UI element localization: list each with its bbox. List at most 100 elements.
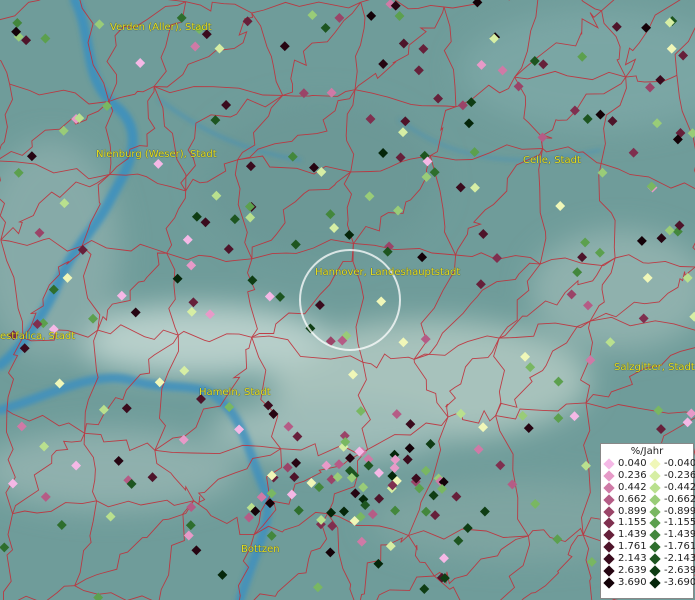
data-point[interactable]: [191, 211, 202, 222]
data-point[interactable]: [373, 558, 384, 569]
data-point[interactable]: [185, 520, 196, 531]
data-point[interactable]: [221, 100, 232, 110]
data-point[interactable]: [105, 511, 116, 522]
data-point[interactable]: [492, 253, 502, 264]
data-point[interactable]: [121, 403, 132, 414]
data-point[interactable]: [244, 512, 254, 523]
data-point[interactable]: [374, 493, 385, 504]
legend-label: -3.690: [664, 576, 695, 588]
data-point[interactable]: [420, 465, 431, 476]
data-point[interactable]: [363, 460, 374, 471]
data-point[interactable]: [569, 411, 580, 422]
data-point[interactable]: [581, 460, 591, 471]
legend-item: 2.143: [601, 553, 647, 565]
data-point[interactable]: [223, 244, 234, 255]
data-point[interactable]: [190, 41, 201, 52]
data-point[interactable]: [417, 252, 428, 263]
data-point[interactable]: [374, 467, 384, 478]
data-point[interactable]: [56, 520, 67, 530]
data-point[interactable]: [264, 291, 275, 302]
data-point[interactable]: [186, 260, 197, 271]
data-point[interactable]: [282, 462, 293, 473]
border-segment: [166, 252, 252, 262]
legend-item: 0.662: [601, 494, 647, 506]
data-point[interactable]: [378, 59, 389, 69]
data-point[interactable]: [327, 521, 338, 531]
data-point[interactable]: [682, 417, 693, 428]
data-point[interactable]: [473, 444, 484, 455]
data-point[interactable]: [472, 0, 483, 8]
data-point[interactable]: [321, 460, 332, 471]
data-point[interactable]: [656, 424, 666, 435]
data-point[interactable]: [475, 279, 486, 290]
border-segment: [251, 1, 361, 14]
data-point[interactable]: [555, 201, 566, 211]
data-point[interactable]: [12, 17, 23, 28]
data-point[interactable]: [653, 405, 664, 416]
data-point[interactable]: [385, 541, 396, 552]
data-point[interactable]: [586, 556, 597, 567]
data-point[interactable]: [191, 545, 202, 556]
data-point[interactable]: [686, 408, 695, 419]
legend-item: 0.442: [601, 482, 647, 494]
data-point[interactable]: [40, 33, 51, 44]
data-point[interactable]: [94, 19, 105, 30]
data-point[interactable]: [394, 11, 405, 21]
data-point[interactable]: [98, 404, 109, 415]
legend-row: 2.143 -2.143: [601, 553, 695, 565]
data-point[interactable]: [495, 460, 506, 471]
data-point[interactable]: [418, 43, 429, 54]
data-point[interactable]: [339, 506, 349, 517]
data-point[interactable]: [628, 147, 639, 158]
data-point[interactable]: [214, 43, 225, 54]
data-point[interactable]: [266, 530, 277, 541]
data-point[interactable]: [402, 454, 413, 465]
data-point[interactable]: [455, 182, 466, 193]
data-point[interactable]: [398, 38, 409, 49]
data-point[interactable]: [291, 457, 302, 468]
data-point[interactable]: [389, 462, 400, 473]
data-point[interactable]: [153, 158, 164, 169]
data-point[interactable]: [585, 355, 596, 366]
data-point[interactable]: [366, 10, 377, 21]
data-point[interactable]: [350, 488, 361, 499]
data-point[interactable]: [58, 125, 69, 136]
data-point[interactable]: [466, 97, 477, 108]
data-point[interactable]: [687, 128, 695, 139]
data-point[interactable]: [470, 182, 480, 193]
data-point[interactable]: [307, 10, 318, 21]
data-point[interactable]: [664, 225, 675, 236]
data-point[interactable]: [320, 22, 331, 33]
data-point[interactable]: [200, 217, 211, 228]
data-point[interactable]: [356, 536, 367, 547]
data-point[interactable]: [289, 472, 300, 483]
data-point[interactable]: [326, 507, 337, 518]
data-point[interactable]: [433, 93, 444, 104]
data-point[interactable]: [286, 489, 297, 500]
data-point[interactable]: [275, 291, 286, 302]
data-point[interactable]: [478, 229, 489, 239]
data-point[interactable]: [16, 421, 27, 432]
border-segment: [282, 1, 362, 96]
data-point[interactable]: [135, 58, 146, 68]
data-point[interactable]: [183, 530, 194, 541]
data-point[interactable]: [325, 547, 336, 558]
data-point[interactable]: [298, 88, 309, 99]
data-point[interactable]: [464, 118, 474, 129]
data-point[interactable]: [358, 482, 369, 493]
data-point[interactable]: [279, 41, 290, 52]
legend-item: 1.439: [601, 529, 647, 541]
data-point[interactable]: [293, 505, 304, 516]
legend-item: -0.899: [647, 506, 695, 518]
data-point[interactable]: [413, 65, 424, 76]
data-point[interactable]: [312, 582, 323, 593]
data-point[interactable]: [217, 569, 228, 580]
data-point[interactable]: [182, 234, 193, 245]
data-point[interactable]: [334, 459, 344, 470]
data-point[interactable]: [419, 584, 430, 594]
data-point[interactable]: [210, 115, 221, 126]
data-point[interactable]: [116, 290, 127, 301]
data-point[interactable]: [0, 542, 10, 553]
data-point[interactable]: [314, 482, 325, 493]
map-view[interactable]: Verden (Aller), Stadt Nienburg (Weser), …: [0, 0, 695, 600]
